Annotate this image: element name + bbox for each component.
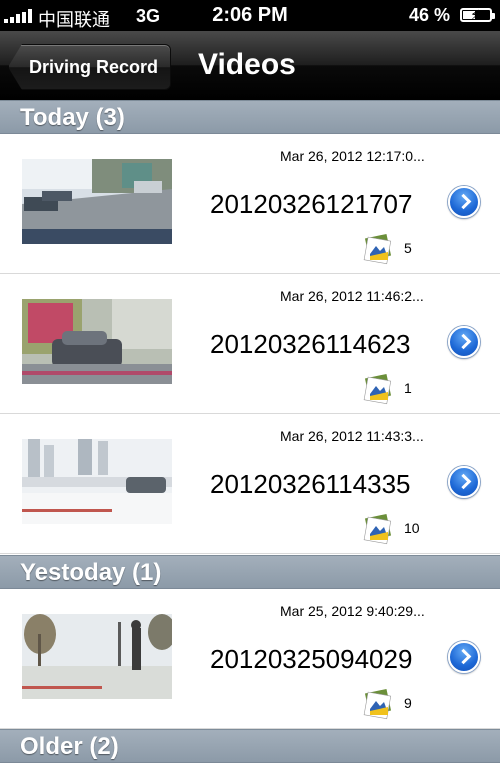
battery-icon: ⚡: [460, 7, 495, 23]
video-thumbnail: [22, 614, 172, 699]
photos-stack-icon: [363, 233, 392, 265]
photos-stack-icon: [363, 688, 392, 720]
video-row[interactable]: Mar 26, 2012 12:17:0... 20120326121707 5: [0, 134, 500, 274]
photos-stack-icon: [363, 513, 392, 545]
video-name: 20120325094029: [210, 644, 413, 674]
battery-percent: 46 %: [408, 5, 450, 25]
photo-count: 9: [404, 695, 412, 711]
photo-count: 10: [404, 520, 420, 536]
section-header-older: Older (2): [0, 729, 500, 763]
video-timestamp: Mar 26, 2012 11:46:2...: [280, 288, 424, 304]
chevron-right-circle-icon[interactable]: [448, 326, 480, 358]
video-name: 20120326114335: [210, 469, 411, 499]
photo-count: 1: [404, 380, 412, 396]
video-thumbnail: [22, 299, 172, 384]
video-row[interactable]: Mar 26, 2012 11:43:3... 20120326114335 1…: [0, 414, 500, 554]
video-timestamp: Mar 26, 2012 12:17:0...: [280, 148, 425, 164]
chevron-right-circle-icon[interactable]: [448, 466, 480, 498]
section-header-today: Today (3): [0, 100, 500, 134]
video-timestamp: Mar 26, 2012 11:43:3...: [280, 428, 424, 444]
video-name: 20120326121707: [210, 189, 413, 219]
chevron-right-circle-icon[interactable]: [448, 186, 480, 218]
chevron-right-circle-icon[interactable]: [448, 641, 480, 673]
status-bar: 中国联通 3G 2:06 PM 46 % ⚡: [0, 0, 500, 31]
back-button[interactable]: Driving Record: [8, 44, 172, 90]
page-title: Videos: [198, 48, 296, 81]
video-name: 20120326114623: [210, 329, 411, 359]
video-thumbnail: [22, 159, 172, 244]
video-timestamp: Mar 25, 2012 9:40:29...: [280, 603, 425, 619]
video-row[interactable]: Mar 26, 2012 11:46:2... 20120326114623 1: [0, 274, 500, 414]
charging-bolt-icon: ⚡: [470, 7, 480, 23]
video-thumbnail: [22, 439, 172, 524]
navigation-bar: Driving Record Videos: [0, 31, 500, 100]
photos-stack-icon: [363, 373, 392, 405]
section-header-yesterday: Yestoday (1): [0, 555, 500, 589]
video-row[interactable]: Mar 25, 2012 9:40:29... 20120325094029 9: [0, 589, 500, 729]
photo-count: 5: [404, 240, 412, 256]
